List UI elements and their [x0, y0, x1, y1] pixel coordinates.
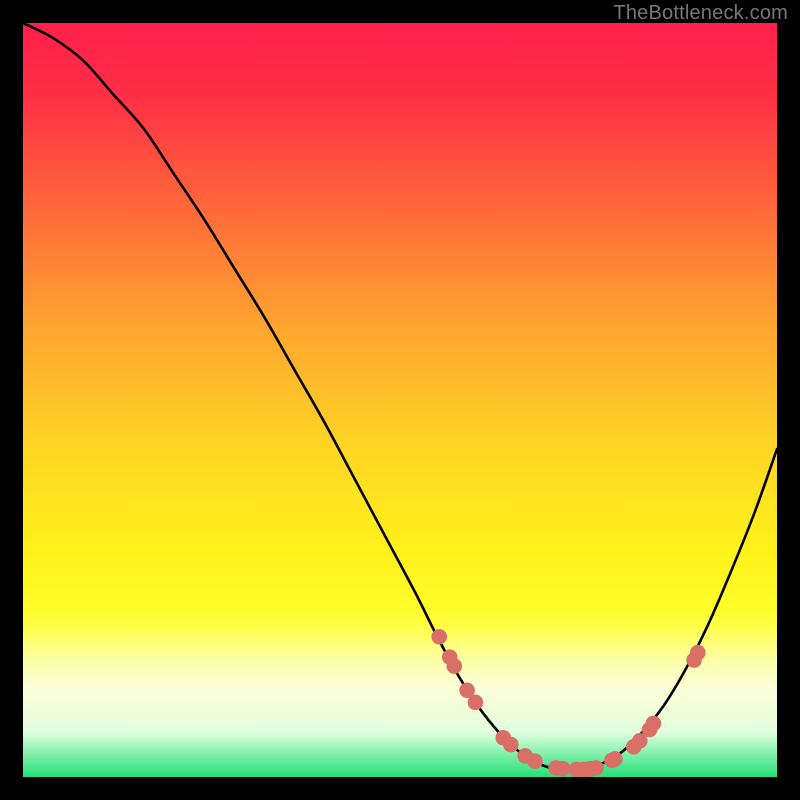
marker-dot — [646, 716, 662, 732]
highlight-band — [23, 611, 777, 754]
chart-frame — [23, 23, 777, 777]
marker-dot — [690, 645, 706, 661]
marker-dot — [446, 658, 462, 674]
marker-dot — [555, 761, 571, 777]
marker-dot — [431, 629, 447, 645]
marker-dot — [588, 760, 604, 776]
bottleneck-chart — [23, 23, 777, 777]
marker-dot — [468, 695, 484, 711]
marker-dot — [527, 753, 543, 769]
watermark-text: TheBottleneck.com — [613, 2, 788, 25]
marker-dot — [503, 737, 519, 753]
marker-dot — [607, 751, 623, 767]
